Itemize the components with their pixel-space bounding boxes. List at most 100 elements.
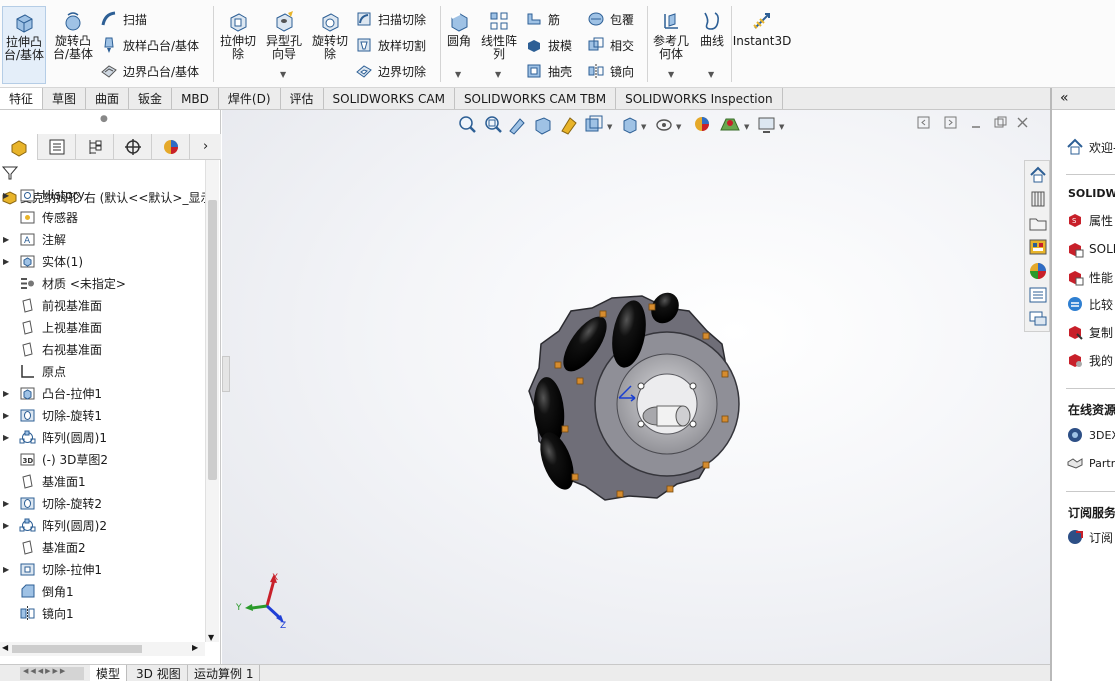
tree-item[interactable]: ▶ 实体(1) <box>0 250 205 272</box>
tab-solidworks-cam[interactable]: SOLIDWORKS CAM <box>324 88 455 109</box>
scroll-thumb[interactable] <box>208 200 217 480</box>
panel-right-icon[interactable] <box>944 116 957 129</box>
mecanum-wheel-model[interactable] <box>517 286 742 511</box>
tab-evaluate[interactable]: 评估 <box>281 88 324 109</box>
expand-arrow-icon[interactable]: ▶ <box>3 499 9 508</box>
tree-item[interactable]: 材质 <未指定> <box>0 272 205 294</box>
zoom-to-area-icon[interactable] <box>485 116 502 133</box>
curves-button[interactable]: 曲线 <box>696 6 728 48</box>
tree-item[interactable]: ▶ 阵列(圆周)1 <box>0 426 205 448</box>
loft-boss-button[interactable]: 放样凸台/基体 <box>100 35 199 55</box>
dropdown-arrow-icon[interactable]: ▼ <box>641 123 647 131</box>
tree-item[interactable]: 上视基准面 <box>0 316 205 338</box>
dropdown-arrow-icon[interactable]: ▼ <box>744 123 750 131</box>
tree-item[interactable]: 右视基准面 <box>0 338 205 360</box>
tree-item[interactable]: 镜向1 <box>0 602 205 624</box>
panel-collapse-handle[interactable] <box>222 356 230 392</box>
bottom-nav-arrows[interactable]: ◀◀◀▶▶▶ <box>20 667 84 680</box>
expand-arrow-icon[interactable]: ▶ <box>3 411 9 420</box>
tree-item[interactable]: 传感器 <box>0 206 205 228</box>
scroll-arrow-right-icon[interactable]: ▶ <box>192 643 198 652</box>
view-palette-icon[interactable] <box>1028 237 1048 257</box>
property-manager-tab[interactable] <box>38 134 76 160</box>
tab-sketch[interactable]: 草图 <box>43 88 87 109</box>
tab-model[interactable]: 模型 <box>90 665 128 681</box>
zoom-to-fit-icon[interactable] <box>459 116 476 133</box>
resource-item[interactable]: Partr <box>1066 454 1115 472</box>
sweep-button[interactable]: 扫描 <box>100 9 147 29</box>
expand-arrow-icon[interactable]: ▶ <box>3 235 9 244</box>
display-style-icon[interactable] <box>623 117 637 134</box>
dropdown-arrow-icon[interactable]: ▼ <box>676 123 682 131</box>
expand-arrow-icon[interactable]: ▶ <box>3 521 9 530</box>
tab-mbd[interactable]: MBD <box>172 88 219 109</box>
home-icon[interactable] <box>1028 165 1048 185</box>
view-settings-icon[interactable] <box>758 117 775 133</box>
lofted-cut-button[interactable]: 放样切割 <box>355 35 426 55</box>
view-orientation-icon[interactable] <box>585 115 603 132</box>
extrude-boss-button[interactable]: 拉伸凸台/基体 <box>2 6 46 84</box>
tree-item[interactable]: ▶ History <box>0 184 205 206</box>
tree-item[interactable]: ▶ 阵列(圆周)2 <box>0 514 205 536</box>
tree-vertical-scrollbar[interactable]: ▼ <box>205 160 219 642</box>
linear-pattern-button[interactable]: 线性阵列 <box>478 6 520 61</box>
revolve-boss-button[interactable]: 旋转凸台/基体 <box>50 6 96 61</box>
wrap-button[interactable]: 包覆 <box>587 9 634 29</box>
restore-icon[interactable] <box>994 116 1007 128</box>
tree-item[interactable]: ▶ A 注解 <box>0 228 205 250</box>
dropdown-arrow-icon[interactable]: ▼ <box>607 123 613 131</box>
resource-item[interactable]: S 属性 <box>1066 211 1113 229</box>
expand-arrow-icon[interactable]: ▶ <box>3 433 9 442</box>
configuration-manager-tab[interactable] <box>76 134 114 160</box>
tree-item[interactable]: ▶ 切除-旋转1 <box>0 404 205 426</box>
feature-manager-tab[interactable] <box>0 134 38 160</box>
tree-item[interactable]: 前视基准面 <box>0 294 205 316</box>
resource-item[interactable]: 我的 <box>1066 351 1113 369</box>
file-explorer-icon[interactable] <box>1028 213 1048 233</box>
design-library-icon[interactable] <box>1028 189 1048 209</box>
tree-item[interactable]: 基准面1 <box>0 470 205 492</box>
tab-solidworks-inspection[interactable]: SOLIDWORKS Inspection <box>616 88 783 109</box>
ref-geometry-dropdown-icon[interactable]: ▼ <box>668 70 674 79</box>
tree-item[interactable]: 原点 <box>0 360 205 382</box>
revolve-cut-button[interactable]: 旋转切除 <box>308 6 352 61</box>
scroll-arrow-left-icon[interactable]: ◀ <box>2 643 8 652</box>
draft-button[interactable]: 拔模 <box>525 35 572 55</box>
close-icon[interactable] <box>1017 117 1028 128</box>
scroll-thumb[interactable] <box>12 645 142 653</box>
collapse-pane-icon[interactable]: « <box>1060 90 1069 106</box>
resource-item[interactable]: 性能 <box>1066 268 1113 286</box>
tree-item[interactable]: 3D (-) 3D草图2 <box>0 448 205 470</box>
extrude-cut-button[interactable]: 拉伸切除 <box>216 6 260 61</box>
expand-arrow-icon[interactable]: ▶ <box>3 389 9 398</box>
hide-show-items-icon[interactable] <box>656 119 672 131</box>
tab-solidworks-cam-tbm[interactable]: SOLIDWORKS CAM TBM <box>455 88 617 109</box>
tab-surfaces[interactable]: 曲面 <box>86 88 130 109</box>
appearances-icon[interactable] <box>1028 261 1048 281</box>
tab-3d-view[interactable]: 3D 视图 <box>130 665 188 681</box>
scroll-arrow-down-icon[interactable]: ▼ <box>208 633 214 642</box>
forum-icon[interactable] <box>1028 309 1048 329</box>
tab-motion-study[interactable]: 运动算例 1 <box>188 665 261 681</box>
tree-item[interactable]: ▶ 切除-拉伸1 <box>0 558 205 580</box>
welcome-link[interactable]: 欢迎- <box>1066 138 1115 156</box>
hole-wizard-dropdown-icon[interactable]: ▼ <box>280 70 286 79</box>
panel-left-icon[interactable] <box>917 116 930 129</box>
tree-item[interactable]: ▶ 切除-旋转2 <box>0 492 205 514</box>
custom-properties-icon[interactable] <box>1028 285 1048 305</box>
tabs-scroll-right-icon[interactable]: › <box>203 139 208 154</box>
tree-horizontal-scrollbar[interactable]: ◀ ▶ <box>0 642 205 656</box>
fillet-dropdown-icon[interactable]: ▼ <box>455 70 461 79</box>
dropdown-arrow-icon[interactable]: ▼ <box>779 123 785 131</box>
dimxpert-manager-tab[interactable] <box>114 134 152 160</box>
tab-weldments[interactable]: 焊件(D) <box>219 88 281 109</box>
filter-icon[interactable] <box>2 165 18 181</box>
expand-arrow-icon[interactable]: ▶ <box>3 257 9 266</box>
tree-item[interactable]: 倒角1 <box>0 580 205 602</box>
previous-view-icon[interactable] <box>509 118 525 135</box>
boundary-boss-button[interactable]: 边界凸台/基体 <box>100 61 199 81</box>
section-view-icon[interactable] <box>535 117 551 135</box>
fillet-button[interactable]: 圆角 <box>443 6 475 48</box>
graphics-viewport[interactable]: ▼ ▼ ▼ ▼ ▼ X Y Z <box>222 110 1050 664</box>
instant3d-button[interactable]: Instant3D <box>733 6 791 48</box>
